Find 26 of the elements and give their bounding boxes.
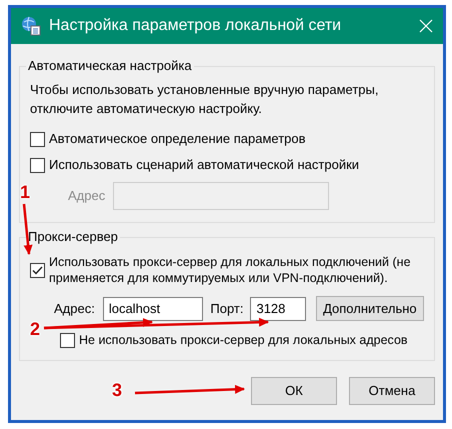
window-title: Настройка параметров локальной сети	[49, 16, 342, 36]
ok-button[interactable]: ОК	[251, 376, 337, 405]
close-icon[interactable]	[419, 19, 433, 33]
checkbox[interactable]	[30, 263, 45, 278]
input-field[interactable]	[113, 182, 330, 210]
step-number: 2	[30, 320, 40, 338]
input-field[interactable]: localhost	[102, 296, 204, 320]
checkbox-label[interactable]: Использовать сценарий автоматической настройки	[49, 155, 360, 175]
group-legend: Прокси-сервер	[26, 229, 120, 245]
field-label: Порт:	[210, 300, 244, 318]
step-number: 1	[20, 183, 30, 201]
checkbox-label[interactable]: Автоматическое определение параметров	[49, 129, 306, 149]
field-label: Адрес:	[54, 300, 95, 318]
checkbox[interactable]	[60, 332, 75, 348]
network-settings-icon	[21, 16, 41, 36]
group-legend: Автоматическая настройка	[26, 58, 194, 74]
checkbox-label[interactable]: Не использовать прокси-сервер для локальных адресов	[79, 331, 408, 350]
advanced-button[interactable]: Дополнительно	[316, 296, 424, 321]
input-field[interactable]: 3128	[250, 296, 306, 320]
checkbox[interactable]	[30, 158, 45, 172]
checkbox[interactable]	[30, 132, 45, 146]
checkbox-label[interactable]: Использовать прокси-сервер для локальных подключений (не применяется для коммутируемых или VPN-подключений).	[49, 254, 424, 286]
field-label: Адрес	[68, 187, 106, 206]
instruction-text: Чтобы использовать установленные вручную параметры, отключите автоматическую настройку.	[30, 81, 380, 118]
cancel-button[interactable]: Отмена	[349, 376, 435, 405]
step-number: 3	[112, 381, 122, 399]
